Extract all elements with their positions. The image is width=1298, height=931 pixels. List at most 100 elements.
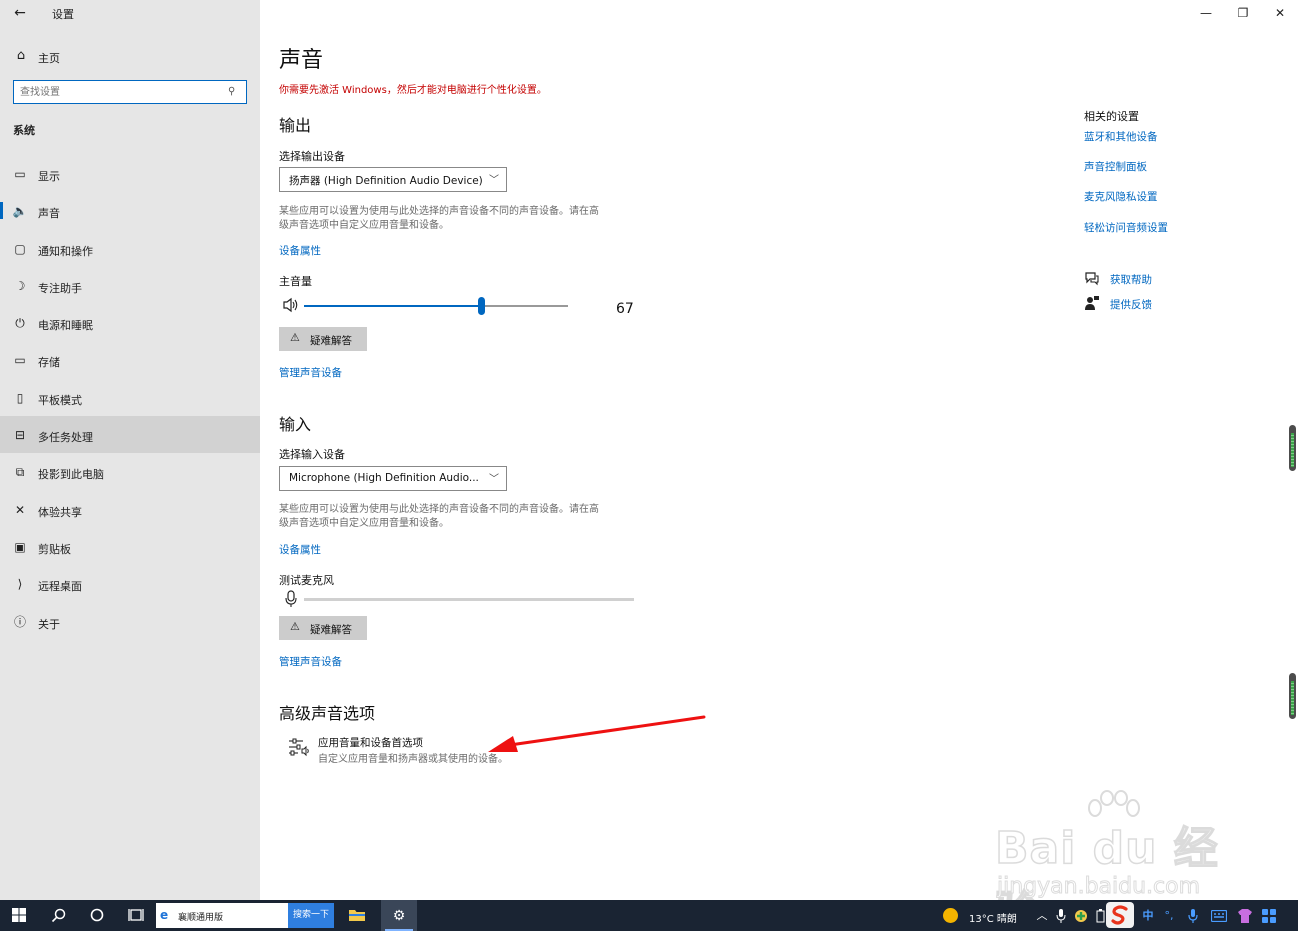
output-device-select[interactable]: 扬声器 (High Definition Audio Device) ﹀ bbox=[279, 167, 507, 192]
sidebar-item-4[interactable]: ⏻ 电源和睡眠 bbox=[0, 304, 260, 341]
tray-microphone-icon[interactable] bbox=[1055, 907, 1067, 925]
back-arrow-icon[interactable]: ← bbox=[10, 4, 30, 22]
task-view-icon[interactable] bbox=[127, 907, 145, 925]
notification-icon: ▢ bbox=[14, 241, 26, 256]
sidebar-section-label: 系统 bbox=[13, 124, 35, 137]
volume-thumb[interactable] bbox=[478, 297, 485, 315]
sliders-speaker-icon bbox=[288, 736, 310, 758]
related-settings-title: 相关的设置 bbox=[1084, 110, 1139, 123]
title-bar: ← 设置 bbox=[0, 0, 260, 28]
chat-help-icon bbox=[1084, 270, 1100, 286]
output-device-value: 扬声器 (High Definition Audio Device) bbox=[289, 175, 483, 187]
chevron-up-icon[interactable]: ︿ bbox=[1036, 907, 1048, 925]
taskbar-browser-search[interactable]: e 襄顺通用版 搜索一下 bbox=[156, 903, 334, 928]
battery-icon[interactable] bbox=[1094, 907, 1106, 925]
taskbar-search-icon[interactable] bbox=[50, 907, 68, 925]
ime-chinese-toggle[interactable]: 中 bbox=[1140, 907, 1156, 925]
info-icon: ⓘ bbox=[13, 614, 26, 629]
input-device-properties-link[interactable]: 设备属性 bbox=[279, 542, 321, 557]
sidebar: ← 设置 ⌂ 主页 ⚲ 系统 ▭ 显示 🔈 声音 ▢ 通知和操作 ☽ 专注助手 ⏻ 电源和睡眠 ▭ 存… bbox=[0, 0, 260, 900]
sidebar-item-11[interactable]: ⟩ 远程桌面 bbox=[0, 565, 260, 602]
app-title: 设置 bbox=[52, 8, 74, 21]
share-icon: ✕ bbox=[14, 502, 26, 517]
related-link-mic-privacy[interactable]: 麦克风隐私设置 bbox=[1084, 189, 1158, 204]
sidebar-home-label: 主页 bbox=[38, 52, 60, 65]
sidebar-item-1[interactable]: 🔈 声音 bbox=[0, 192, 260, 229]
sidebar-item-home[interactable]: ⌂ 主页 bbox=[0, 46, 260, 68]
app-volume-title: 应用音量和设备首选项 bbox=[318, 737, 423, 749]
sidebar-item-label: 剪贴板 bbox=[38, 542, 71, 556]
sidebar-item-6[interactable]: ▯ 平板模式 bbox=[0, 379, 260, 416]
weather-widget[interactable]: 13°C 晴朗 bbox=[943, 907, 1025, 925]
mic-level-meter bbox=[304, 598, 634, 601]
chevron-down-icon: ﹀ bbox=[489, 175, 499, 186]
sidebar-item-7[interactable]: ⊟ 多任务处理 bbox=[0, 416, 260, 454]
taskbar-search-text: 襄顺通用版 bbox=[178, 913, 224, 923]
get-help-label: 获取帮助 bbox=[1110, 274, 1152, 286]
scroll-indicator-bar bbox=[1291, 433, 1294, 467]
output-device-properties-link[interactable]: 设备属性 bbox=[279, 243, 321, 258]
sidebar-item-label: 专注助手 bbox=[38, 281, 82, 295]
ime-skin-icon[interactable] bbox=[1236, 907, 1254, 925]
search-icon[interactable]: ⚲ bbox=[228, 85, 240, 99]
baidu-jingyan-watermark: Bai du 经验 jingyan.baidu.com bbox=[994, 790, 1235, 931]
sidebar-item-8[interactable]: ⧉ 投影到此电脑 bbox=[0, 453, 260, 490]
master-volume-slider[interactable] bbox=[304, 296, 568, 316]
speaker-icon: 🔈 bbox=[12, 204, 28, 219]
sidebar-item-label: 多任务处理 bbox=[38, 431, 93, 445]
sidebar-item-5[interactable]: ▭ 存储 bbox=[0, 341, 260, 378]
floating-scroll-indicator[interactable] bbox=[1289, 673, 1296, 719]
sidebar-item-9[interactable]: ✕ 体验共享 bbox=[0, 491, 260, 528]
related-link-bluetooth[interactable]: 蓝牙和其他设备 bbox=[1084, 129, 1158, 144]
get-help-link[interactable]: 获取帮助 bbox=[1084, 270, 1284, 288]
cortana-icon[interactable] bbox=[88, 907, 106, 925]
sogou-ime-icon[interactable] bbox=[1106, 902, 1134, 928]
ime-toolbox-icon[interactable] bbox=[1260, 907, 1278, 925]
related-link-ease-of-access-audio[interactable]: 轻松访问音频设置 bbox=[1084, 220, 1168, 235]
taskbar-settings-app[interactable]: ⚙ bbox=[381, 900, 417, 931]
sidebar-item-3[interactable]: ☽ 专注助手 bbox=[0, 267, 260, 304]
output-troubleshoot-button[interactable]: ⚠ 疑难解答 bbox=[279, 327, 367, 351]
ime-voice-icon[interactable] bbox=[1186, 907, 1200, 925]
output-device-label: 选择输出设备 bbox=[279, 150, 345, 163]
ie-browser-icon: e bbox=[160, 908, 169, 922]
output-manage-devices-link[interactable]: 管理声音设备 bbox=[279, 365, 342, 380]
input-device-value: Microphone (High Definition Audio... bbox=[289, 472, 479, 484]
start-windows-icon[interactable] bbox=[10, 907, 28, 925]
activation-notice: 你需要先激活 Windows，然后才能对电脑进行个性化设置。 bbox=[279, 85, 547, 96]
search-field[interactable]: ⚲ bbox=[13, 80, 247, 104]
sidebar-item-12[interactable]: ⓘ 关于 bbox=[0, 603, 260, 640]
input-troubleshoot-button[interactable]: ⚠ 疑难解答 bbox=[279, 616, 367, 640]
input-device-select[interactable]: Microphone (High Definition Audio... ﹀ bbox=[279, 466, 507, 491]
ime-keyboard-icon[interactable] bbox=[1210, 907, 1228, 925]
sidebar-item-label: 通知和操作 bbox=[38, 244, 93, 258]
moon-icon: ☽ bbox=[14, 278, 26, 293]
volume-fill bbox=[304, 305, 481, 307]
sidebar-item-0[interactable]: ▭ 显示 bbox=[0, 155, 260, 192]
sidebar-item-label: 电源和睡眠 bbox=[38, 319, 93, 333]
floating-scroll-indicator[interactable] bbox=[1289, 425, 1296, 471]
search-input[interactable] bbox=[20, 84, 220, 100]
give-feedback-label: 提供反馈 bbox=[1110, 299, 1152, 311]
sidebar-item-label: 平板模式 bbox=[38, 393, 82, 407]
feedback-person-icon bbox=[1084, 295, 1100, 311]
sidebar-item-2[interactable]: ▢ 通知和操作 bbox=[0, 230, 260, 267]
sun-icon bbox=[943, 908, 958, 923]
input-manage-devices-link[interactable]: 管理声音设备 bbox=[279, 654, 342, 669]
volume-icon[interactable] bbox=[282, 297, 300, 313]
page-title: 声音 bbox=[279, 48, 324, 73]
sidebar-item-10[interactable]: ▣ 剪贴板 bbox=[0, 528, 260, 565]
storage-icon: ▭ bbox=[14, 353, 26, 368]
security-shield-icon[interactable] bbox=[1073, 907, 1089, 925]
related-link-sound-control-panel[interactable]: 声音控制面板 bbox=[1084, 159, 1147, 174]
ime-punctuation-toggle[interactable]: °, bbox=[1162, 907, 1176, 925]
clipboard-icon: ▣ bbox=[14, 539, 26, 554]
settings-gear-icon: ⚙ bbox=[392, 908, 406, 924]
watermark-url: jingyan.baidu.com bbox=[996, 874, 1201, 900]
give-feedback-link[interactable]: 提供反馈 bbox=[1084, 295, 1284, 313]
weather-text: 13°C 晴朗 bbox=[969, 914, 1017, 925]
input-description-line2: 级声音选项中自定义应用音量和设备。 bbox=[279, 518, 449, 529]
taskbar: e 襄顺通用版 搜索一下 ⚙ 13°C 晴朗 ︿ 中 °, bbox=[0, 900, 1298, 931]
taskbar-search-button[interactable]: 搜索一下 bbox=[288, 903, 334, 928]
file-explorer-icon[interactable] bbox=[348, 907, 366, 925]
